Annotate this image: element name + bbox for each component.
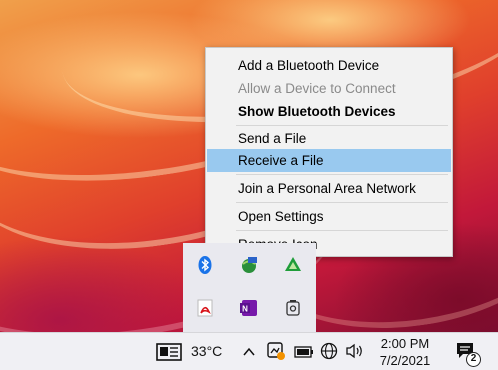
globe-icon[interactable]	[320, 342, 338, 365]
notification-count-badge: 2	[466, 352, 481, 367]
taskbar: 33°C 2:00 PM 7/2/2021 2	[0, 332, 498, 370]
menu-item-send-file[interactable]: Send a File	[207, 127, 451, 150]
menu-separator	[236, 174, 448, 175]
onenote-icon[interactable]: N	[239, 298, 259, 318]
network-globe-icon[interactable]	[239, 255, 259, 275]
menu-item-show-bluetooth-devices[interactable]: Show Bluetooth Devices	[207, 100, 451, 123]
menu-item-open-settings[interactable]: Open Settings	[207, 205, 451, 228]
clock-time: 2:00 PM	[380, 336, 430, 351]
system-clock[interactable]: 2:00 PM 7/2/2021	[370, 335, 440, 369]
menu-separator	[236, 202, 448, 203]
menu-separator	[236, 230, 448, 231]
clock-date: 7/2/2021	[379, 353, 431, 368]
menu-item-allow-device-connect: Allow a Device to Connect	[238, 81, 396, 96]
bluetooth-context-menu: Add a Bluetooth Device Allow a Device to…	[205, 47, 453, 257]
menu-item-join-personal-area-network[interactable]: Join a Personal Area Network	[207, 177, 451, 200]
news-weather-icon[interactable]	[156, 343, 182, 366]
bluetooth-icon[interactable]	[195, 255, 215, 275]
hidden-icons-flyout: N	[183, 243, 316, 332]
tray-app-icon[interactable]	[266, 341, 286, 366]
menu-separator	[236, 125, 448, 126]
pdf-reader-icon[interactable]	[195, 298, 215, 318]
speaker-icon[interactable]	[345, 343, 365, 364]
menu-item-receive-file[interactable]: Receive a File	[207, 149, 451, 172]
chevron-up-icon[interactable]	[242, 345, 256, 363]
weather-temperature[interactable]: 33°C	[191, 343, 222, 359]
drive-sync-icon[interactable]	[283, 255, 303, 275]
menu-item-add-bluetooth-device[interactable]: Add a Bluetooth Device	[207, 54, 451, 77]
battery-icon[interactable]	[294, 345, 314, 363]
svg-text:N: N	[242, 305, 248, 314]
video-camera-icon[interactable]	[283, 298, 303, 318]
